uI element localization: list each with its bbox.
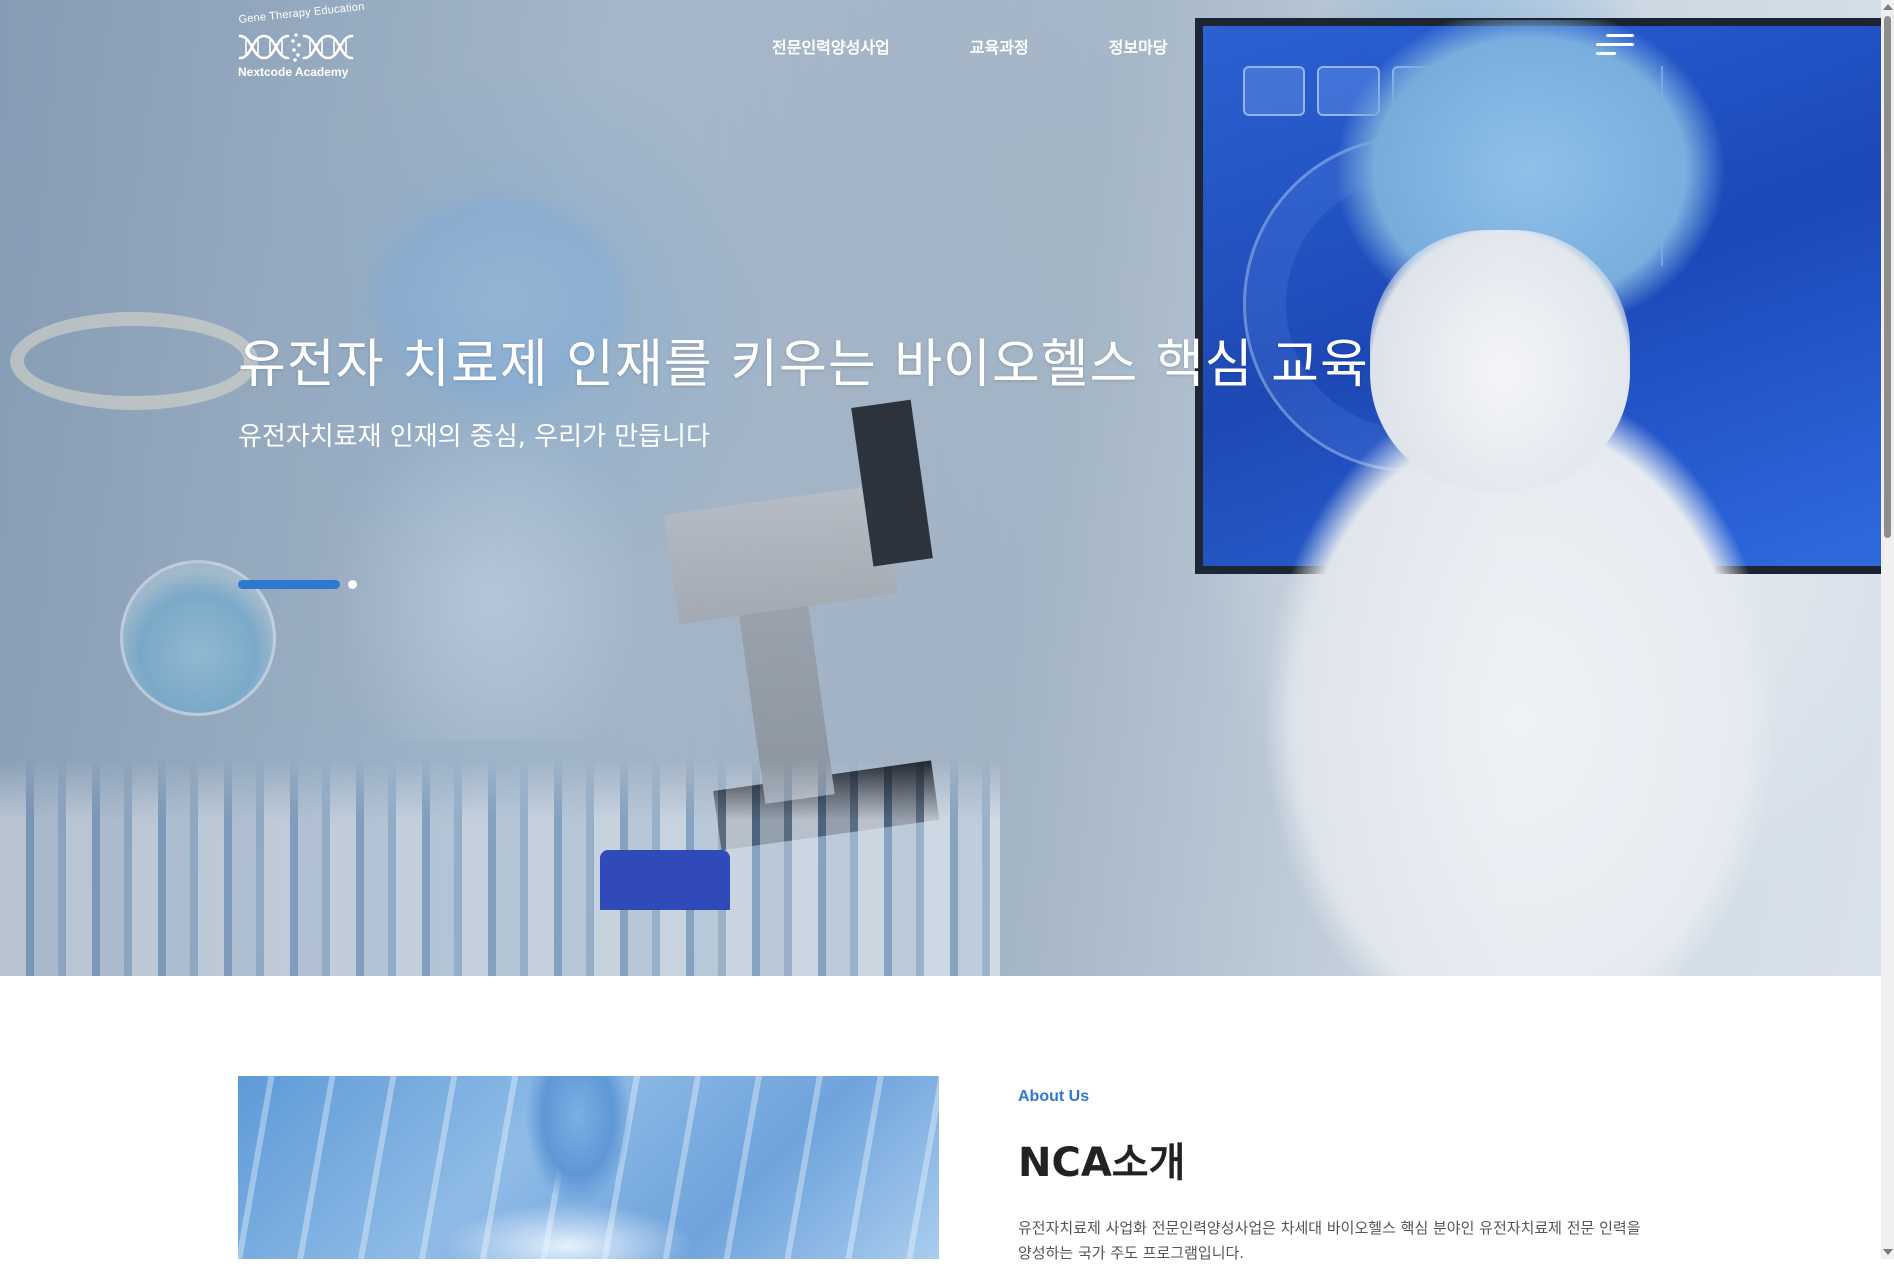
nav-item-info[interactable]: 정보마당	[1109, 34, 1168, 58]
page-scrollbar[interactable]	[1881, 0, 1894, 1259]
slider-indicator-dot[interactable]	[348, 580, 357, 589]
hero-title: 유전자 치료제 인재를 키우는 바이오헬스 핵심 교육	[238, 335, 1369, 395]
scroll-down-arrow-icon[interactable]	[1883, 1249, 1893, 1255]
nav-item-courses[interactable]: 교육과정	[970, 34, 1029, 58]
slider-indicator-active[interactable]	[238, 580, 340, 589]
about-title: NCA소개	[1018, 1140, 1186, 1186]
nav-item-training-program[interactable]: 전문인력양성사업	[772, 34, 890, 58]
about-eyebrow: About Us	[1018, 1088, 1090, 1105]
about-image	[238, 1076, 939, 1259]
hamburger-menu-icon[interactable]	[1596, 30, 1640, 60]
scrollbar-thumb[interactable]	[1884, 16, 1891, 538]
hero-banner	[0, 0, 1881, 976]
dna-helix-logo-icon	[238, 33, 354, 62]
hero-subtitle: 유전자치료재 인재의 중심, 우리가 만듭니다	[238, 422, 710, 452]
scroll-up-arrow-icon[interactable]	[1883, 4, 1893, 10]
main-nav: 전문인력양성사업 교육과정 정보마당	[772, 34, 1168, 58]
site-logo[interactable]: Gene Therapy Education Nextcode Academy	[238, 1, 365, 82]
logo-wordmark: Nextcode Academy	[238, 65, 349, 79]
